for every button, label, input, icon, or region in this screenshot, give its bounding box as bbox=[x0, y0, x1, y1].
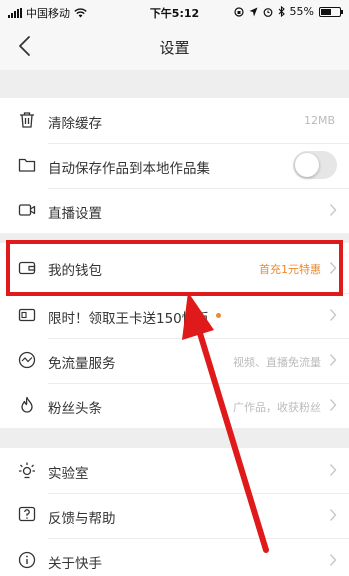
live-settings-row[interactable]: 直播设置 bbox=[0, 188, 349, 233]
fans-headline-row[interactable]: 粉丝头条 广作品，收获粉丝 bbox=[0, 383, 349, 428]
auto-save-toggle[interactable] bbox=[293, 151, 337, 179]
live-settings-label: 直播设置 bbox=[48, 206, 102, 222]
feedback-label: 反馈与帮助 bbox=[48, 511, 116, 527]
chevron-right-icon bbox=[329, 354, 337, 366]
king-card-label: 限时！领取王卡送150快币 bbox=[48, 311, 209, 327]
fans-headline-value: 广作品，收获粉丝 bbox=[233, 401, 321, 414]
wallet-promo: 首充1元特惠 bbox=[259, 263, 321, 276]
chevron-right-icon bbox=[329, 509, 337, 521]
folder-icon bbox=[18, 158, 36, 172]
bluetooth-icon bbox=[278, 6, 285, 17]
chevron-right-icon bbox=[329, 399, 337, 411]
about-row[interactable]: 关于快手 bbox=[0, 538, 349, 576]
chevron-right-icon bbox=[329, 204, 337, 216]
clear-cache-label: 清除缓存 bbox=[48, 116, 102, 132]
status-bar: 中国移动 下午5:12 55% bbox=[0, 0, 349, 24]
chevron-right-icon bbox=[329, 554, 337, 566]
trash-icon bbox=[20, 112, 34, 128]
free-data-label: 免流量服务 bbox=[48, 356, 116, 372]
free-data-row[interactable]: 免流量服务 视频、直播免流量 bbox=[0, 338, 349, 383]
card-icon bbox=[18, 308, 36, 322]
auto-save-row[interactable]: 自动保存作品到本地作品集 bbox=[0, 143, 349, 188]
back-chevron-icon[interactable] bbox=[14, 33, 38, 59]
settings-group-services: 我的钱包 首充1元特惠 限时！领取王卡送150快币 免流量服务 视频、直播免流量… bbox=[0, 243, 349, 428]
feedback-row[interactable]: 反馈与帮助 bbox=[0, 493, 349, 538]
section-divider bbox=[0, 428, 349, 448]
king-card-row[interactable]: 限时！领取王卡送150快币 bbox=[0, 293, 349, 338]
page-title: 设置 bbox=[159, 39, 190, 57]
wallet-icon bbox=[18, 261, 36, 275]
free-data-value: 视频、直播免流量 bbox=[233, 356, 321, 369]
bulb-icon bbox=[19, 462, 35, 479]
new-badge-dot bbox=[216, 313, 221, 318]
info-icon bbox=[18, 551, 36, 569]
fire-icon bbox=[21, 396, 33, 413]
chevron-right-icon bbox=[329, 464, 337, 476]
battery-percent: 55% bbox=[289, 5, 314, 18]
chevron-right-icon bbox=[329, 309, 337, 321]
cache-size-value: 12MB bbox=[303, 114, 335, 127]
fans-headline-label: 粉丝头条 bbox=[48, 401, 102, 417]
settings-group-general: 清除缓存 12MB 自动保存作品到本地作品集 直播设置 bbox=[0, 98, 349, 233]
wallet-label: 我的钱包 bbox=[48, 263, 102, 279]
location-icon bbox=[249, 7, 258, 16]
nav-bar: 设置 bbox=[0, 24, 349, 70]
lab-row[interactable]: 实验室 bbox=[0, 448, 349, 493]
pulse-icon bbox=[18, 351, 36, 369]
clear-cache-row[interactable]: 清除缓存 12MB bbox=[0, 98, 349, 143]
section-divider bbox=[0, 70, 349, 98]
auto-save-label: 自动保存作品到本地作品集 bbox=[48, 161, 210, 177]
settings-group-about: 实验室 反馈与帮助 关于快手 bbox=[0, 448, 349, 576]
status-right: 55% bbox=[233, 5, 343, 18]
orientation-lock-icon bbox=[233, 6, 244, 17]
toggle-knob bbox=[295, 153, 319, 177]
help-icon bbox=[18, 506, 36, 522]
chevron-right-icon bbox=[329, 262, 337, 274]
wallet-row[interactable]: 我的钱包 首充1元特惠 bbox=[0, 243, 349, 293]
camera-icon bbox=[18, 204, 36, 216]
about-label: 关于快手 bbox=[48, 556, 102, 572]
alarm-icon bbox=[263, 7, 272, 17]
lab-label: 实验室 bbox=[48, 466, 89, 482]
battery-icon bbox=[319, 6, 343, 17]
section-divider bbox=[0, 233, 349, 243]
